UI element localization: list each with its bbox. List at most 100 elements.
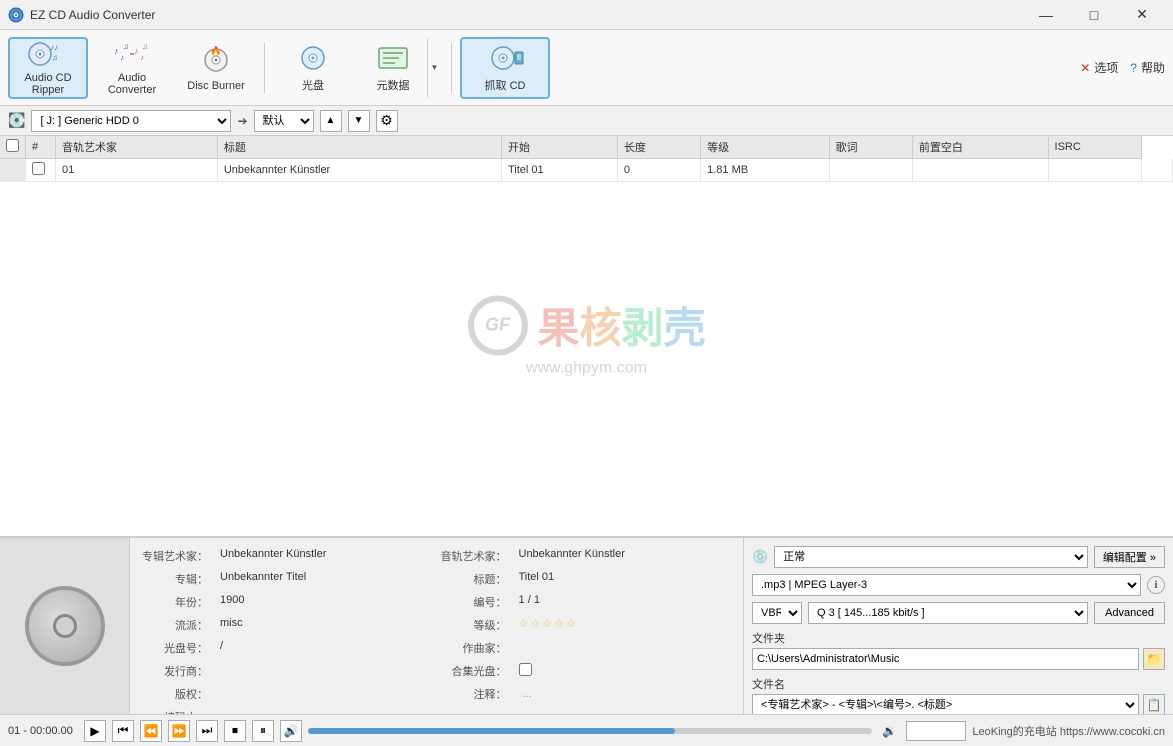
track-artist-label: 音轨艺术家： bbox=[441, 546, 511, 566]
track-num-label: 编号： bbox=[441, 592, 511, 612]
album-art bbox=[0, 538, 130, 714]
toolbar: ♪♪ ♫ Audio CD Ripper ♪ ♫ ♪ ♪ ♫ ♪ Audio C… bbox=[0, 30, 1173, 106]
default-selector[interactable]: 默认 bbox=[254, 110, 314, 132]
track-checkbox[interactable] bbox=[32, 162, 45, 175]
track-num-cell: 01 bbox=[56, 159, 218, 182]
row-checkbox-cell bbox=[26, 159, 56, 182]
cd-icon-small: 💿 bbox=[752, 549, 768, 565]
disc-button[interactable]: 光盘 bbox=[273, 37, 353, 99]
audio-cd-ripper-button[interactable]: ♪♪ ♫ Audio CD Ripper bbox=[8, 37, 88, 99]
cd-art-icon bbox=[25, 586, 105, 666]
col-header-lyrics: 歌词 bbox=[829, 136, 912, 159]
arrow-right-icon: ➔ bbox=[237, 114, 247, 128]
metadata-main-button[interactable]: 元数据 bbox=[359, 39, 427, 97]
svg-text:♫: ♫ bbox=[52, 53, 58, 62]
svg-text:🔥: 🔥 bbox=[210, 46, 221, 56]
track-title-cell: Titel 01 bbox=[502, 159, 618, 182]
audio-converter-button[interactable]: ♪ ♫ ♪ ♪ ♫ ♪ Audio Converter bbox=[92, 37, 172, 99]
track-start-cell: 0 bbox=[617, 159, 700, 182]
filename-row: <专辑艺术家> - <专辑>\<编号>. <标题> 📋 bbox=[752, 694, 1165, 714]
format-row: .mp3 | MPEG Layer-3 ℹ bbox=[752, 574, 1165, 596]
row-check-cell bbox=[0, 159, 26, 182]
rating-label: 等级： bbox=[441, 615, 511, 635]
pause-button[interactable]: ⏸ bbox=[252, 720, 274, 742]
converter-icon: ♪ ♫ ♪ ♪ ♫ ♪ bbox=[112, 40, 152, 68]
close-button[interactable]: ✕ bbox=[1119, 5, 1165, 25]
rip-icon bbox=[485, 43, 525, 73]
select-all-checkbox[interactable] bbox=[6, 139, 19, 152]
disc-num-value: / bbox=[220, 638, 433, 658]
col-header-title: 标题 bbox=[217, 136, 501, 159]
drive-selector[interactable]: [ J: ] Generic HDD 0 bbox=[31, 110, 231, 132]
rating-stars: ☆☆☆☆☆ bbox=[519, 615, 732, 635]
help-menu-item[interactable]: ? 帮助 bbox=[1130, 59, 1165, 76]
advanced-button[interactable]: Advanced bbox=[1094, 602, 1165, 624]
rip-cd-button[interactable]: 抓取 CD bbox=[460, 37, 550, 99]
track-num-current: 1 bbox=[519, 594, 525, 606]
edit-config-button[interactable]: 编辑配置 » bbox=[1094, 546, 1165, 568]
rip-label: 抓取 CD bbox=[485, 77, 526, 93]
app-title: EZ CD Audio Converter bbox=[30, 8, 1023, 22]
rewind-button[interactable]: ⏪ bbox=[140, 720, 162, 742]
help-label: 帮助 bbox=[1141, 59, 1165, 76]
mute-button[interactable]: 🔊 bbox=[280, 720, 302, 742]
scroll-up-button[interactable]: ▲ bbox=[320, 110, 342, 132]
track-title-value: Titel 01 bbox=[519, 569, 732, 589]
album-artist-value: Unbekannter Künstler bbox=[220, 546, 433, 566]
window-controls: — □ ✕ bbox=[1023, 5, 1165, 25]
svg-text:♪♪: ♪♪ bbox=[50, 43, 58, 52]
folder-input[interactable] bbox=[752, 648, 1139, 670]
scroll-down-button[interactable]: ▼ bbox=[348, 110, 370, 132]
cd-inner-ring bbox=[53, 614, 77, 638]
col-header-rating: 等级 bbox=[701, 136, 829, 159]
genre-label: 流派： bbox=[142, 615, 212, 635]
track-lyrics-cell bbox=[912, 159, 1048, 182]
app-icon bbox=[8, 7, 24, 23]
filename-browse-button[interactable]: 📋 bbox=[1143, 694, 1165, 714]
vbr-selector[interactable]: VBR bbox=[752, 602, 802, 624]
converter-label: Audio Converter bbox=[98, 72, 166, 96]
folder-browse-button[interactable]: 📁 bbox=[1143, 648, 1165, 670]
filename-section: 文件名 <专辑艺术家> - <专辑>\<编号>. <标题> 📋 bbox=[752, 676, 1165, 714]
col-header-isrc: ISRC bbox=[1048, 136, 1141, 159]
format-info-icon[interactable]: ℹ bbox=[1147, 576, 1165, 594]
preset-row: 💿 正常 编辑配置 » bbox=[752, 546, 1165, 568]
progress-input[interactable] bbox=[906, 721, 966, 741]
compilation-check[interactable] bbox=[519, 663, 532, 676]
track-isrc-cell bbox=[1142, 159, 1173, 182]
col-header-artist: 音轨艺术家 bbox=[56, 136, 218, 159]
burner-icon: 🔥 bbox=[196, 44, 236, 76]
encoded-by-value bbox=[220, 707, 433, 714]
skip-back-start-button[interactable]: ⏮ bbox=[112, 720, 134, 742]
minimize-button[interactable]: — bbox=[1023, 5, 1069, 25]
quality-selector[interactable]: Q 3 [ 145...185 kbit/s ] bbox=[808, 602, 1088, 624]
disc-burner-button[interactable]: 🔥 Disc Burner bbox=[176, 37, 256, 99]
main-area: # 音轨艺术家 标题 开始 长度 等级 歌词 前置空白 ISRC bbox=[0, 136, 1173, 536]
play-button[interactable]: ▶ bbox=[84, 720, 106, 742]
table-row[interactable]: 01 Unbekannter Künstler Titel 01 0 1.81 … bbox=[0, 159, 1173, 182]
volume-max-icon: 🔉 bbox=[878, 720, 900, 742]
track-artist-cell: Unbekannter Künstler bbox=[217, 159, 501, 182]
year-value: 1900 bbox=[220, 592, 433, 612]
filename-pattern-selector[interactable]: <专辑艺术家> - <专辑>\<编号>. <标题> bbox=[752, 694, 1139, 714]
col-header-num: # bbox=[26, 136, 56, 159]
maximize-button[interactable]: □ bbox=[1071, 5, 1117, 25]
folder-label: 文件夹 bbox=[752, 630, 1165, 646]
stop-button[interactable]: ⏹ bbox=[224, 720, 246, 742]
skip-forward-button[interactable]: ⏭ bbox=[196, 720, 218, 742]
svg-text:♫: ♫ bbox=[123, 42, 129, 51]
metadata-dropdown-arrow[interactable]: ▼ bbox=[427, 39, 441, 97]
disc-label: 光盘 bbox=[302, 77, 324, 93]
composer-value bbox=[519, 638, 732, 658]
fast-forward-button[interactable]: ⏩ bbox=[168, 720, 190, 742]
copyright-value bbox=[220, 684, 433, 704]
preset-selector[interactable]: 正常 bbox=[774, 546, 1088, 568]
track-pregap-cell bbox=[1048, 159, 1141, 182]
track-size-cell: 1.81 MB bbox=[701, 159, 829, 182]
drive-icon: 💽 bbox=[8, 112, 25, 129]
drive-settings-button[interactable]: ⚙ bbox=[376, 110, 398, 132]
format-selector[interactable]: .mp3 | MPEG Layer-3 bbox=[752, 574, 1141, 596]
metadata-form: 专辑艺术家： Unbekannter Künstler 音轨艺术家： Unbek… bbox=[130, 538, 743, 714]
options-menu-item[interactable]: ✕ 选项 bbox=[1080, 59, 1118, 76]
volume-bar[interactable] bbox=[308, 728, 872, 734]
